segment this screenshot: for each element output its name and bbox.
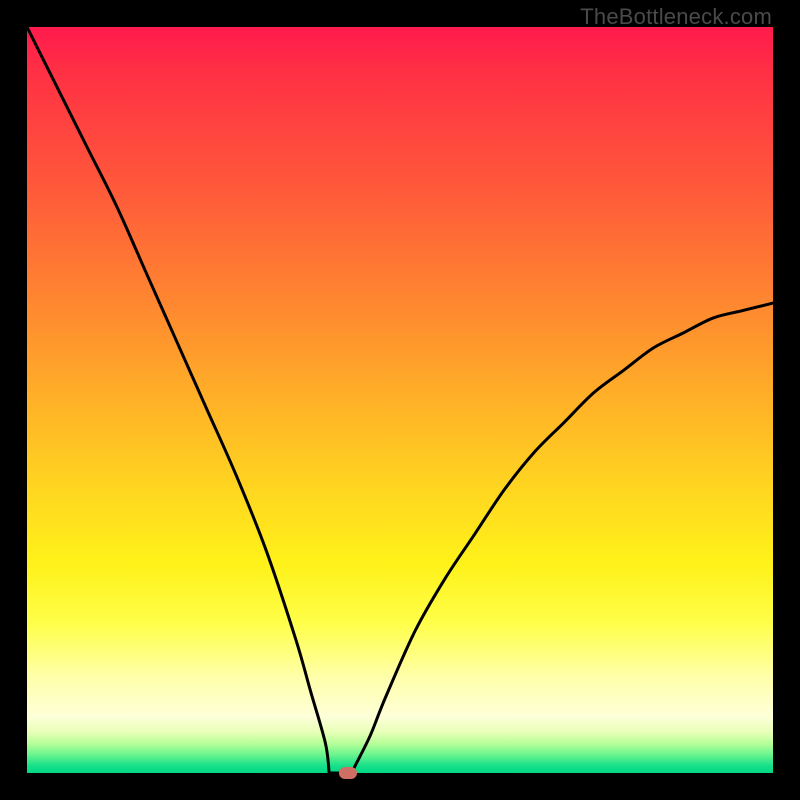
- bottleneck-curve: [27, 27, 773, 773]
- chart-frame: TheBottleneck.com: [0, 0, 800, 800]
- optimal-marker: [339, 767, 357, 779]
- plot-area: [27, 27, 773, 773]
- curve-svg: [27, 27, 773, 773]
